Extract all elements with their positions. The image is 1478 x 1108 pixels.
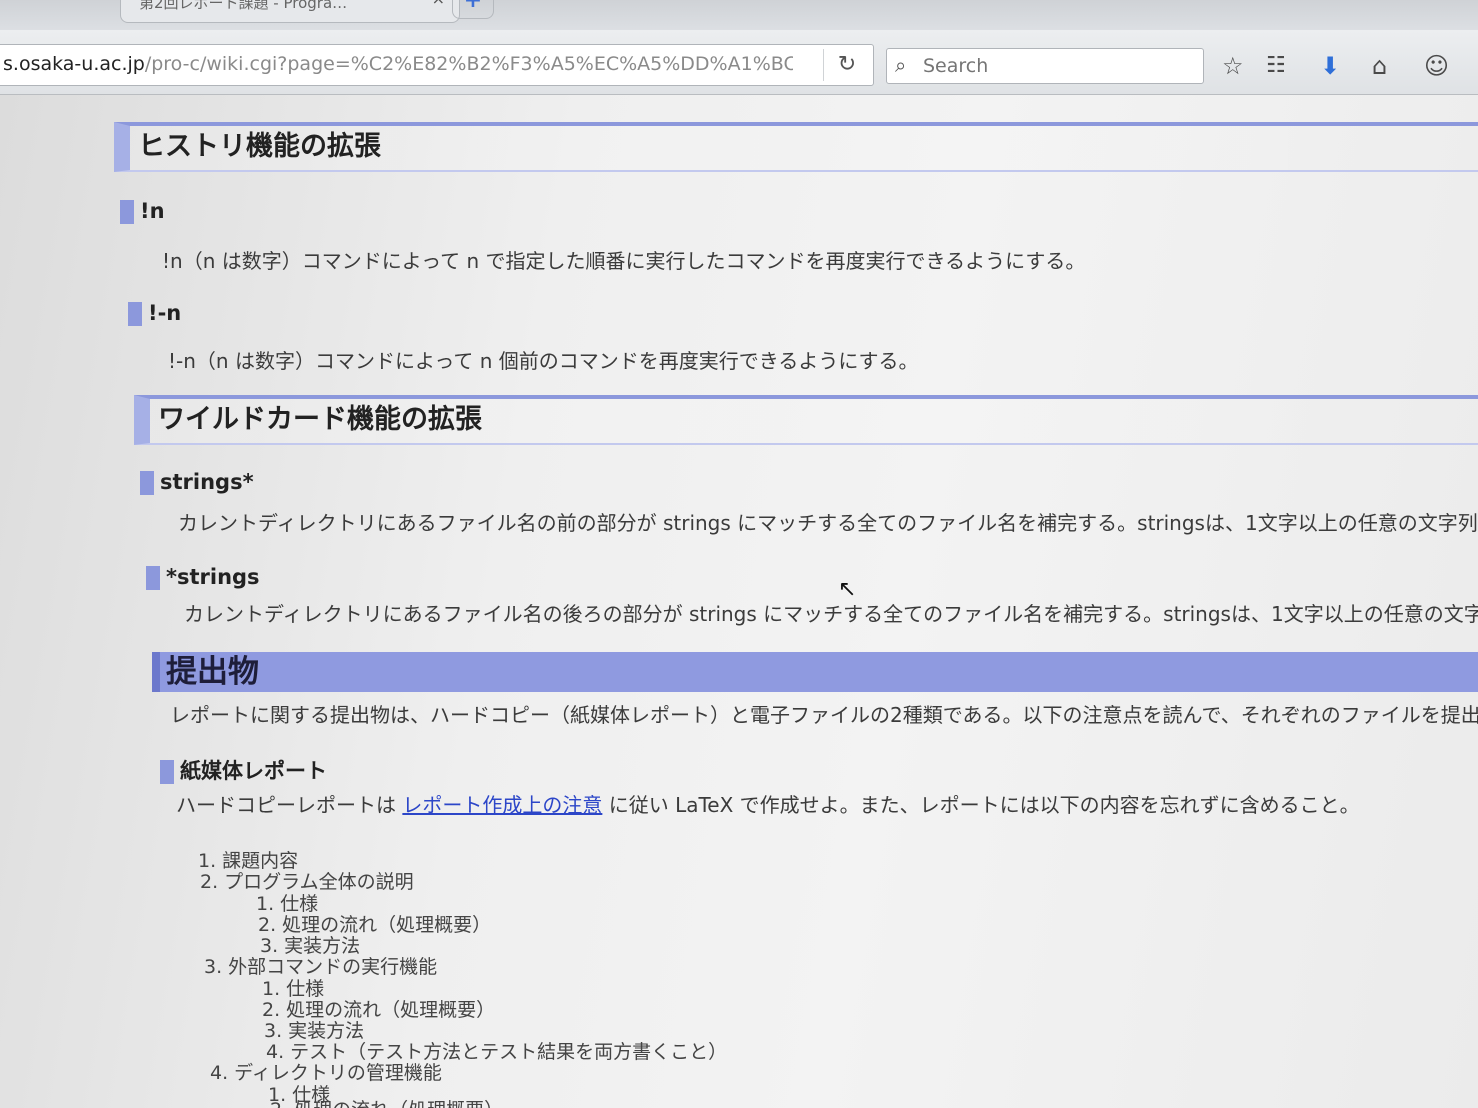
download-icon[interactable]: ⬇	[1320, 52, 1340, 80]
paper-report-prefix: ハードコピーレポートは	[176, 793, 403, 817]
reload-icon[interactable]: ↻	[823, 49, 870, 81]
tab-close-icon[interactable]: ×	[432, 0, 445, 7]
search-input[interactable]	[921, 52, 1195, 80]
submission-text: レポートに関する提出物は、ハードコピー（紙媒体レポート）と電子ファイルの2種類で…	[170, 703, 1478, 727]
submission-heading: 提出物	[152, 652, 1478, 692]
chat-icon[interactable]: ☺	[1424, 52, 1449, 80]
bang-minus-n-text: !-n（n は数字）コマンドによって n 個前のコマンドを再度実行できるようにす…	[168, 349, 919, 373]
heading-marker	[146, 566, 160, 590]
star-strings-text: カレントディレクトリにあるファイル名の後ろの部分が strings にマッチする…	[184, 602, 1478, 626]
new-tab-button[interactable]: +	[452, 0, 494, 19]
search-icon: ⌕	[895, 53, 907, 77]
bang-minus-n-title: !-n	[128, 300, 181, 326]
url-text[interactable]: s.osaka-u.ac.jp/pro-c/wiki.cgi?page=%C2%…	[3, 53, 793, 75]
heading-marker	[128, 302, 142, 326]
bang-n-title: !n	[120, 198, 165, 224]
bookmark-star-icon[interactable]: ☆	[1222, 52, 1244, 80]
navigation-bar: s.osaka-u.ac.jp/pro-c/wiki.cgi?page=%C2%…	[0, 30, 1478, 95]
history-heading: ヒストリ機能の拡張	[114, 122, 1478, 172]
address-bar[interactable]: s.osaka-u.ac.jp/pro-c/wiki.cgi?page=%C2%…	[0, 44, 874, 86]
reading-list-icon[interactable]: ☷	[1266, 52, 1286, 80]
bang-minus-n-title-text: !-n	[148, 301, 182, 325]
browser-tab[interactable]: 第2回レポート課題 - Progra… ×	[120, 0, 460, 23]
wildcard-heading: ワイルドカード機能の拡張	[134, 395, 1478, 445]
paper-report-title: 紙媒体レポート	[160, 758, 327, 784]
paper-report-suffix: に従い LaTeX で作成せよ。また、レポートには以下の内容を忘れずに含めること…	[602, 793, 1360, 817]
mouse-cursor-icon: ↖	[838, 577, 857, 602]
heading-marker	[140, 471, 154, 495]
home-icon[interactable]: ⌂	[1372, 52, 1387, 80]
outline-subitem: 2. 処理の流れ（処理概要）	[270, 1095, 503, 1108]
tab-strip: 第2回レポート課題 - Progra… × +	[0, 0, 1478, 30]
strings-star-text: カレントディレクトリにあるファイル名の前の部分が strings にマッチする全…	[178, 511, 1478, 535]
star-strings-title-text: *strings	[166, 565, 260, 589]
strings-star-title-text: strings*	[160, 470, 254, 494]
bang-n-text: !n（n は数字）コマンドによって n で指定した順番に実行したコマンドを再度実…	[162, 249, 1086, 273]
heading-marker	[120, 200, 134, 224]
strings-star-title: strings*	[140, 469, 254, 495]
bang-n-title-text: !n	[140, 199, 165, 223]
search-box[interactable]: ⌕	[886, 48, 1204, 84]
heading-marker	[160, 760, 174, 784]
star-strings-title: *strings	[146, 564, 260, 590]
page-content: ヒストリ機能の拡張 !n !n（n は数字）コマンドによって n で指定した順番…	[0, 95, 1478, 1108]
paper-report-text: ハードコピーレポートは レポート作成上の注意 に従い LaTeX で作成せよ。ま…	[176, 789, 1360, 818]
tab-title: 第2回レポート課題 - Progra…	[139, 0, 348, 12]
report-guidelines-link[interactable]: レポート作成上の注意	[402, 793, 602, 817]
url-host: s.osaka-u.ac.jp	[3, 53, 145, 75]
url-path: /pro-c/wiki.cgi?page=%C2%E82%B2%F3%A5%EC…	[144, 53, 793, 75]
paper-report-title-text: 紙媒体レポート	[180, 759, 327, 783]
